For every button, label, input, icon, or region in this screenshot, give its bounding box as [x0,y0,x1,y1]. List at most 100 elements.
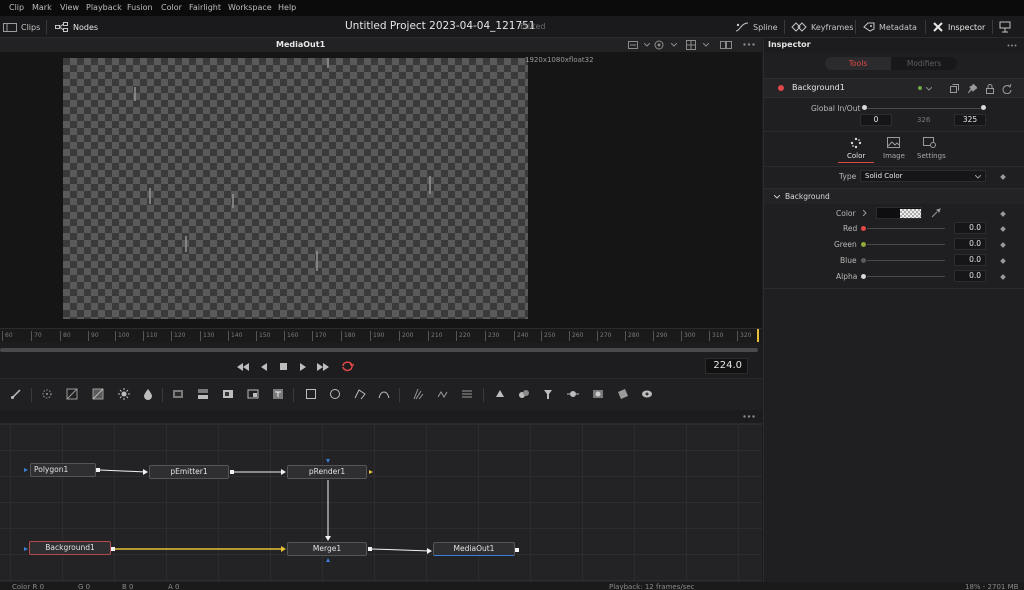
blur-tool-icon[interactable] [92,388,104,400]
merge3d-tool-icon[interactable] [518,388,530,400]
metadata-button[interactable]: Metadata [863,21,917,33]
menu-view[interactable]: View [60,3,79,12]
green-value-field[interactable]: 0.0 [954,238,986,250]
keyframes-button[interactable]: Keyframes [791,21,853,33]
blue-value-field[interactable]: 0.0 [954,254,986,266]
more-options-icon[interactable] [743,43,755,46]
node-pemitter[interactable]: pEmitter1 [149,465,229,479]
camera3d-tool-icon[interactable] [542,388,554,400]
pdirectional-tool-icon[interactable] [461,388,473,400]
dual-view-icon[interactable] [720,41,732,49]
global-in-field[interactable]: 0 [860,114,892,126]
pbounce-tool-icon[interactable] [437,388,449,400]
current-frame-field[interactable]: 224.0 [705,358,748,374]
chevron-right-icon[interactable] [863,210,867,216]
node-mediaout[interactable]: MediaOut1 [433,542,515,556]
bspline-mask-icon[interactable] [378,388,390,400]
menu-fusion[interactable]: Fusion [127,3,153,12]
node-port[interactable] [96,468,100,472]
background-tool-icon[interactable] [172,388,184,400]
clips-button[interactable]: Clips [3,21,40,33]
keyframe-diamond[interactable] [1000,211,1006,217]
menu-playback[interactable]: Playback [86,3,122,12]
node-prender[interactable]: pRender1 [287,465,367,479]
settings-tab-icon[interactable] [923,137,937,148]
image-plane-tool-icon[interactable] [617,388,629,400]
more-options-icon[interactable] [1007,44,1017,47]
go-to-start-icon[interactable] [237,363,249,371]
image-tab-icon[interactable] [887,137,900,148]
alpha-slider[interactable] [867,276,945,277]
global-out-field[interactable]: 325 [954,114,986,126]
subtab-color[interactable]: Color [847,152,865,160]
red-value-field[interactable]: 0.0 [954,222,986,234]
saver-tool-icon[interactable] [247,388,259,400]
blue-slider[interactable] [867,260,945,261]
go-to-end-icon[interactable] [317,363,329,371]
node-port[interactable] [111,547,115,551]
subtab-settings[interactable]: Settings [917,152,946,160]
chevron-down-icon[interactable] [926,87,932,91]
menu-help[interactable]: Help [278,3,296,12]
color-channel-icon[interactable] [654,40,664,50]
background-section-header[interactable]: Background [764,188,1024,204]
node-merge[interactable]: Merge1 [287,542,367,556]
node-active-dot[interactable] [778,85,784,91]
alpha-value-field[interactable]: 0.0 [954,270,986,282]
menu-clip[interactable]: Clip [9,3,24,12]
monitor-icon[interactable] [999,21,1011,33]
rectangle-mask-icon[interactable] [305,388,317,400]
red-slider-knob[interactable] [861,226,866,231]
chevron-down-icon[interactable] [644,43,650,47]
chevron-down-icon[interactable] [671,43,677,47]
global-in-handle[interactable] [862,105,867,110]
merge-tool-icon[interactable] [197,388,209,400]
version-icon[interactable] [950,84,959,93]
node-row[interactable]: Background1 [764,78,1024,98]
view-mode-icon[interactable] [628,41,638,49]
loader-tool-icon[interactable] [222,388,234,400]
node-port[interactable] [515,548,519,552]
keyframe-diamond[interactable] [1000,226,1006,232]
polygon-mask-icon[interactable] [354,388,366,400]
menu-fairlight[interactable]: Fairlight [189,3,221,12]
node-port[interactable] [230,470,234,474]
eyedropper-icon[interactable] [931,208,941,218]
step-back-icon[interactable] [261,363,267,371]
text-tool-icon[interactable] [272,388,284,400]
inspector-button[interactable]: Inspector [932,21,985,33]
lock-icon[interactable] [986,84,994,94]
mask-tool-icon[interactable] [66,388,78,400]
viewer-canvas[interactable]: 1920x1080xfloat32 [0,52,762,328]
loop-icon[interactable] [341,361,354,372]
light-tool-icon[interactable] [567,388,579,400]
nodes-button[interactable]: Nodes [55,21,98,33]
menu-mark[interactable]: Mark [32,3,52,12]
color-tab-icon[interactable] [850,137,862,149]
renderer3d-tool-icon[interactable] [592,388,604,400]
ellipse-mask-icon[interactable] [329,388,341,400]
shape3d-tool-icon[interactable] [494,388,506,400]
menu-workspace[interactable]: Workspace [228,3,272,12]
more-options-icon[interactable] [743,415,755,418]
grid-icon[interactable] [686,40,696,50]
stop-icon[interactable] [280,363,287,370]
pin-icon[interactable] [968,84,977,93]
keyframe-diamond[interactable] [1000,242,1006,248]
tab-modifiers[interactable]: Modifiers [891,57,957,70]
keyframe-diamond[interactable] [1000,258,1006,264]
keyframe-diamond[interactable] [1000,174,1006,180]
particle-tool-icon[interactable] [41,388,53,400]
tab-tools[interactable]: Tools [825,57,891,70]
scrub-bar[interactable] [0,348,758,352]
global-inout-slider[interactable] [864,108,984,109]
node-port[interactable] [368,547,372,551]
global-out-handle[interactable] [981,105,986,110]
chevron-down-icon[interactable] [703,43,709,47]
reset-icon[interactable] [1002,84,1012,94]
keyframe-diamond[interactable] [1000,274,1006,280]
subtab-image[interactable]: Image [883,152,905,160]
node-editor[interactable]: Polygon1 pEmitter1 pRender1 Background1 … [0,424,762,582]
pemitter-tool-icon[interactable] [412,388,424,400]
color-tag-dot[interactable] [918,86,922,90]
